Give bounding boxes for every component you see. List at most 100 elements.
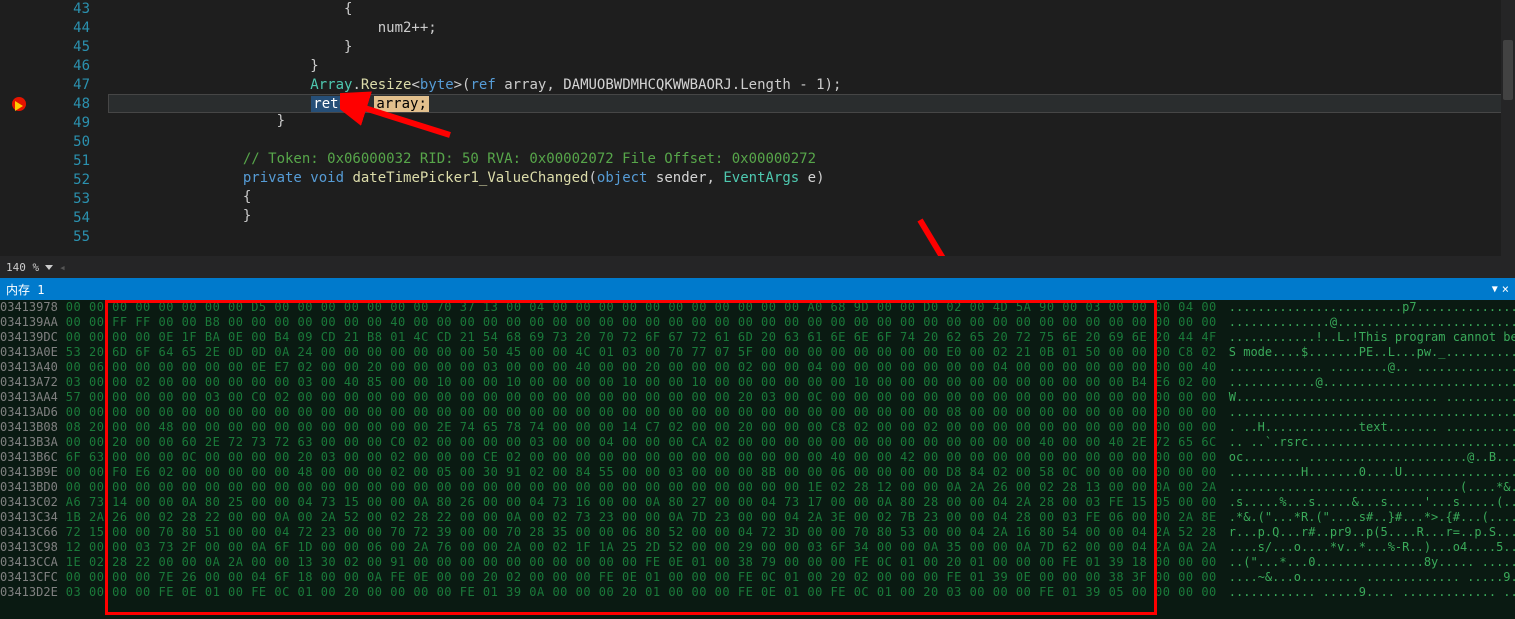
line-number: 54 (38, 209, 90, 228)
memory-row[interactable]: 03413CFC00 00 00 00 7E 26 00 00 04 6F 18… (0, 570, 1515, 585)
line-number: 52 (38, 171, 90, 190)
line-number: 51 (38, 152, 90, 171)
memory-hex-bytes[interactable]: 03 00 00 00 FE 0E 01 00 FE 0C 01 00 20 0… (66, 585, 1229, 600)
memory-hex-bytes[interactable]: 12 00 00 03 73 2F 00 00 0A 6F 1D 00 00 0… (66, 540, 1229, 555)
memory-ascii: oc........ ......................@..B...… (1229, 450, 1515, 465)
memory-hex-viewer[interactable]: 0341397800 00 00 00 00 00 00 00 D5 00 00… (0, 300, 1515, 619)
memory-ascii: ............@...........................… (1229, 375, 1515, 390)
code-line[interactable]: private void dateTimePicker1_ValueChange… (108, 169, 1515, 188)
code-line[interactable]: } (108, 38, 1515, 57)
memory-address: 03413B6C (0, 450, 66, 465)
code-line[interactable]: } (108, 112, 1515, 131)
memory-row[interactable]: 03413B3A00 00 20 00 00 60 2E 72 73 72 63… (0, 435, 1515, 450)
memory-hex-bytes[interactable]: A6 73 14 00 00 0A 80 25 00 00 04 73 15 0… (66, 495, 1229, 510)
memory-hex-bytes[interactable]: 1B 2A 26 00 02 28 22 00 00 0A 00 2A 52 0… (66, 510, 1229, 525)
memory-panel-title: 内存 1 (6, 281, 44, 298)
memory-ascii: ..............@.........................… (1229, 315, 1515, 330)
memory-row[interactable]: 03413B6C6F 63 00 00 00 0C 00 00 00 00 20… (0, 450, 1515, 465)
memory-row[interactable]: 03413AA457 00 00 00 00 00 03 00 C0 02 00… (0, 390, 1515, 405)
zoom-level[interactable]: 140 % (0, 261, 45, 274)
memory-hex-bytes[interactable]: 00 00 20 00 00 60 2E 72 73 72 63 00 00 0… (66, 435, 1229, 450)
memory-address: 03413C98 (0, 540, 66, 555)
current-line-arrow-icon (15, 101, 23, 111)
memory-ascii: r...p.Q...r#..pr9..p(5....R...r=..p.S...… (1229, 525, 1515, 540)
memory-row[interactable]: 03413B0808 20 00 00 48 00 00 00 00 00 00… (0, 420, 1515, 435)
memory-row[interactable]: 03413C9812 00 00 03 73 2F 00 00 0A 6F 1D… (0, 540, 1515, 555)
vertical-scrollbar[interactable] (1501, 0, 1515, 256)
code-line[interactable]: num2++; (108, 19, 1515, 38)
scrollbar-thumb[interactable] (1503, 40, 1513, 100)
memory-address: 03413A40 (0, 360, 66, 375)
memory-row[interactable]: 034139AA00 00 FF FF 00 00 B8 00 00 00 00… (0, 315, 1515, 330)
memory-hex-bytes[interactable]: 00 00 00 00 00 00 00 00 00 00 00 00 00 0… (66, 480, 1229, 495)
memory-hex-bytes[interactable]: 08 20 00 00 48 00 00 00 00 00 00 00 00 0… (66, 420, 1229, 435)
memory-hex-bytes[interactable]: 00 00 00 00 00 00 00 00 00 00 00 00 00 0… (66, 405, 1229, 420)
code-line[interactable]: } (108, 207, 1515, 226)
memory-ascii: ....s/...o....*v..*...%-R..)...o4....5..… (1229, 540, 1515, 555)
code-line[interactable]: return array; (108, 94, 1515, 113)
line-number: 49 (38, 114, 90, 133)
line-number: 48 (38, 95, 90, 114)
memory-row[interactable]: 0341397800 00 00 00 00 00 00 00 D5 00 00… (0, 300, 1515, 315)
memory-hex-bytes[interactable]: 1E 02 28 22 00 00 0A 2A 00 00 13 30 02 0… (66, 555, 1229, 570)
memory-row[interactable]: 03413A4000 06 00 00 00 00 00 00 0E E7 02… (0, 360, 1515, 375)
code-line[interactable] (108, 131, 1515, 150)
memory-hex-bytes[interactable]: 57 00 00 00 00 00 03 00 C0 02 00 00 00 0… (66, 390, 1229, 405)
memory-address: 03413B9E (0, 465, 66, 480)
memory-hex-bytes[interactable]: 72 15 00 00 70 80 51 00 00 04 72 23 00 0… (66, 525, 1229, 540)
memory-row[interactable]: 03413D2E03 00 00 00 FE 0E 01 00 FE 0C 01… (0, 585, 1515, 600)
memory-ascii: ..........H.......0....U................… (1229, 465, 1515, 480)
line-number-gutter: 43444546474849505152535455 (38, 0, 108, 256)
memory-address: 03413BD0 (0, 480, 66, 495)
line-number: 47 (38, 76, 90, 95)
memory-address: 03413CFC (0, 570, 66, 585)
code-line[interactable]: Array.Resize<byte>(ref array, DAMUOBWDMH… (108, 76, 1515, 95)
memory-row[interactable]: 034139DC00 00 00 00 0E 1F BA 0E 00 B4 09… (0, 330, 1515, 345)
memory-hex-bytes[interactable]: 03 00 00 02 00 00 00 00 00 00 03 00 40 8… (66, 375, 1229, 390)
memory-hex-bytes[interactable]: 53 20 6D 6F 64 65 2E 0D 0D 0A 24 00 00 0… (66, 345, 1229, 360)
line-number: 50 (38, 133, 90, 152)
memory-address: 03413978 (0, 300, 66, 315)
breakpoint-gutter[interactable] (0, 0, 38, 256)
line-number: 43 (38, 0, 90, 19)
memory-hex-bytes[interactable]: 00 00 FF FF 00 00 B8 00 00 00 00 00 00 0… (66, 315, 1229, 330)
memory-row[interactable]: 03413C6672 15 00 00 70 80 51 00 00 04 72… (0, 525, 1515, 540)
memory-ascii: ........................p7..............… (1229, 300, 1515, 315)
code-line[interactable] (108, 226, 1515, 245)
memory-ascii: .*&.("...*R.("....s#..}#...*>.{#...(....… (1229, 510, 1515, 525)
memory-hex-bytes[interactable]: 00 00 00 00 7E 26 00 00 04 6F 18 00 00 0… (66, 570, 1229, 585)
memory-hex-bytes[interactable]: 00 00 F0 E6 02 00 00 00 00 00 48 00 00 0… (66, 465, 1229, 480)
memory-address: 03413B3A (0, 435, 66, 450)
panel-close-icon[interactable]: × (1502, 282, 1509, 296)
memory-row[interactable]: 03413AD600 00 00 00 00 00 00 00 00 00 00… (0, 405, 1515, 420)
memory-ascii: .s.....%...s.....&...s.....'...s.....(..… (1229, 495, 1515, 510)
memory-row[interactable]: 03413A0E53 20 6D 6F 64 65 2E 0D 0D 0A 24… (0, 345, 1515, 360)
memory-address: 03413D2E (0, 585, 66, 600)
code-line[interactable]: { (108, 188, 1515, 207)
memory-hex-bytes[interactable]: 00 00 00 00 0E 1F BA 0E 00 B4 09 CD 21 B… (66, 330, 1229, 345)
memory-hex-bytes[interactable]: 6F 63 00 00 00 0C 00 00 00 00 20 03 00 0… (66, 450, 1229, 465)
memory-hex-bytes[interactable]: 00 06 00 00 00 00 00 00 0E E7 02 00 00 2… (66, 360, 1229, 375)
memory-row[interactable]: 03413CCA1E 02 28 22 00 00 0A 2A 00 00 13… (0, 555, 1515, 570)
memory-address: 03413CCA (0, 555, 66, 570)
line-number: 53 (38, 190, 90, 209)
code-line[interactable]: } (108, 57, 1515, 76)
memory-panel-title-bar[interactable]: 内存 1 ▼ × (0, 278, 1515, 300)
memory-ascii: ............. ........@.. ..............… (1229, 360, 1515, 375)
memory-row[interactable]: 03413C02A6 73 14 00 00 0A 80 25 00 00 04… (0, 495, 1515, 510)
code-line[interactable]: // Token: 0x06000032 RID: 50 RVA: 0x0000… (108, 150, 1515, 169)
memory-address: 03413A0E (0, 345, 66, 360)
code-line[interactable]: { (108, 0, 1515, 19)
memory-ascii: ............ .....9.... ............. ..… (1229, 585, 1515, 600)
memory-row[interactable]: 03413B9E00 00 F0 E6 02 00 00 00 00 00 48… (0, 465, 1515, 480)
memory-ascii: W............................ ..........… (1229, 390, 1515, 405)
memory-row[interactable]: 03413A7203 00 00 02 00 00 00 00 00 00 03… (0, 375, 1515, 390)
memory-row[interactable]: 03413C341B 2A 26 00 02 28 22 00 00 0A 00… (0, 510, 1515, 525)
panel-dropdown-icon[interactable]: ▼ (1492, 284, 1498, 295)
zoom-dropdown-icon[interactable] (45, 265, 53, 270)
memory-row[interactable]: 03413BD000 00 00 00 00 00 00 00 00 00 00… (0, 480, 1515, 495)
code-content[interactable]: { num2++; } } Array.Resize<byte>(ref arr… (108, 0, 1515, 256)
memory-hex-bytes[interactable]: 00 00 00 00 00 00 00 00 D5 00 00 00 00 0… (66, 300, 1229, 315)
memory-address: 03413AA4 (0, 390, 66, 405)
line-number: 55 (38, 228, 90, 247)
